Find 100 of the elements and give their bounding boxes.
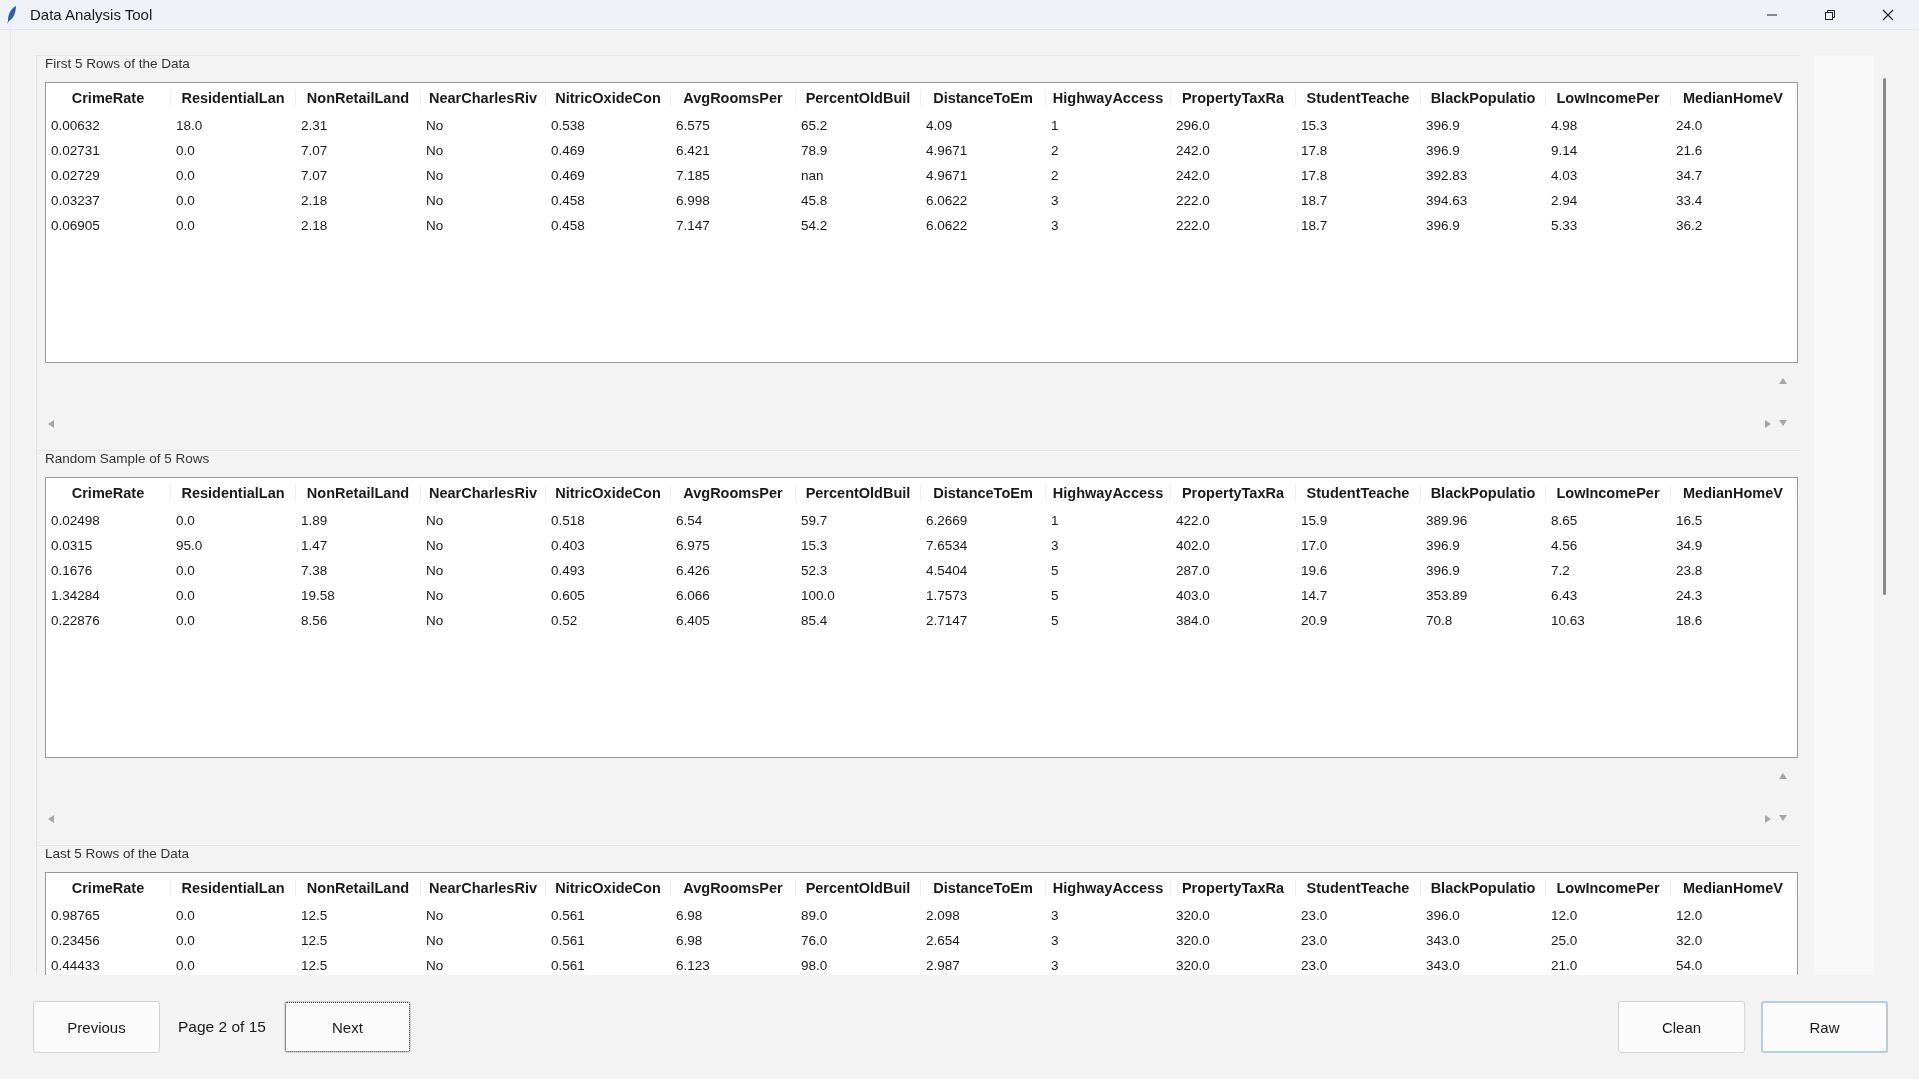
- table-cell-text: 396.0: [1425, 908, 1461, 923]
- column-header[interactable]: CrimeRate: [46, 485, 171, 501]
- column-header[interactable]: DistanceToEm: [921, 880, 1046, 896]
- table-cell-text: 396.9: [1425, 118, 1461, 133]
- column-header[interactable]: BlackPopulatio: [1421, 90, 1546, 106]
- table-cell-text: 7.185: [675, 168, 711, 183]
- table-cell-text: No: [425, 193, 445, 208]
- table-cell-text: 0.605: [550, 588, 586, 603]
- table-cell-text: 18.0: [175, 118, 204, 133]
- column-header[interactable]: NitricOxideCon: [546, 880, 671, 896]
- table-cell-text: 21.6: [1675, 143, 1704, 158]
- scroll-up-icon[interactable]: [1778, 772, 1788, 780]
- column-header[interactable]: NearCharlesRiv: [421, 485, 546, 501]
- action-button[interactable]: Clean: [1618, 1001, 1745, 1053]
- table-cell-text: 0.03237: [50, 193, 101, 208]
- table-cell-text: 384.0: [1175, 613, 1211, 628]
- scroll-right-icon[interactable]: [1764, 419, 1772, 429]
- column-header[interactable]: MedianHomeV: [1671, 485, 1796, 501]
- scroll-down-icon[interactable]: [1778, 419, 1788, 427]
- column-header[interactable]: PercentOldBuil: [796, 90, 921, 106]
- scroll-up-icon[interactable]: [1778, 377, 1788, 385]
- table-cell-text: 12.5: [300, 933, 329, 948]
- table-cell-text: 6.98: [675, 933, 704, 948]
- table-cell-text: No: [425, 933, 445, 948]
- column-header[interactable]: NearCharlesRiv: [421, 880, 546, 896]
- table-cell-text: 320.0: [1175, 908, 1211, 923]
- column-header[interactable]: PropertyTaxRa: [1171, 485, 1296, 501]
- column-header[interactable]: ResidentialLan: [171, 90, 296, 106]
- scroll-right-icon[interactable]: [1764, 814, 1772, 824]
- column-header[interactable]: NearCharlesRiv: [421, 90, 546, 106]
- table-cell-text: 0.403: [550, 538, 586, 553]
- table-cell-text: 2.18: [300, 218, 329, 233]
- table-cell-text: No: [425, 588, 445, 603]
- table-cell-text: 85.4: [800, 613, 829, 628]
- restore-icon[interactable]: [1824, 8, 1836, 21]
- table-cell-text: 7.2: [1550, 563, 1571, 578]
- column-header[interactable]: StudentTeache: [1296, 90, 1421, 106]
- column-header[interactable]: NitricOxideCon: [546, 90, 671, 106]
- table-cell-text: 18.7: [1300, 193, 1329, 208]
- column-header[interactable]: DistanceToEm: [921, 485, 1046, 501]
- table-cell-text: 403.0: [1175, 588, 1211, 603]
- table-cell-text: 16.5: [1675, 513, 1704, 528]
- table-cell-text: 32.0: [1675, 933, 1704, 948]
- column-header[interactable]: PropertyTaxRa: [1171, 880, 1296, 896]
- column-header[interactable]: LowIncomePer: [1546, 90, 1671, 106]
- action-button[interactable]: Raw: [1761, 1001, 1888, 1053]
- table-cell-text: 7.07: [300, 143, 329, 158]
- column-header[interactable]: AvgRoomsPer: [671, 880, 796, 896]
- scroll-down-icon[interactable]: [1778, 814, 1788, 822]
- table-cell-text: 6.066: [675, 588, 711, 603]
- table-cell-text: 65.2: [800, 118, 829, 133]
- column-header[interactable]: MedianHomeV: [1671, 880, 1796, 896]
- column-header[interactable]: HighwayAccess: [1046, 880, 1171, 896]
- column-header[interactable]: NonRetailLand: [296, 485, 421, 501]
- table-cell-text: 1.7573: [925, 588, 969, 603]
- column-header[interactable]: BlackPopulatio: [1421, 485, 1546, 501]
- previous-button[interactable]: Previous: [33, 1001, 160, 1053]
- column-header[interactable]: AvgRoomsPer: [671, 90, 796, 106]
- column-header[interactable]: PercentOldBuil: [796, 880, 921, 896]
- column-header[interactable]: BlackPopulatio: [1421, 880, 1546, 896]
- scroll-left-icon[interactable]: [47, 814, 55, 824]
- table-cell-text: 287.0: [1175, 563, 1211, 578]
- scroll-left-icon[interactable]: [47, 419, 55, 429]
- column-header[interactable]: MedianHomeV: [1671, 90, 1796, 106]
- table-cell-text: 6.43: [1550, 588, 1579, 603]
- table-cell-text: 24.3: [1675, 588, 1704, 603]
- table-cell-text: 3: [1050, 193, 1060, 208]
- column-header[interactable]: PropertyTaxRa: [1171, 90, 1296, 106]
- column-header[interactable]: StudentTeache: [1296, 485, 1421, 501]
- table-cell-text: 20.9: [1300, 613, 1329, 628]
- table-cell-text: 10.63: [1550, 613, 1586, 628]
- column-header[interactable]: ResidentialLan: [171, 485, 296, 501]
- table-cell-text: 2.654: [925, 933, 961, 948]
- table-cell-text: 396.9: [1425, 218, 1461, 233]
- table-cell-text: 6.123: [675, 958, 711, 973]
- scrollbar-thumb[interactable]: [1883, 78, 1886, 595]
- column-header[interactable]: NonRetailLand: [296, 90, 421, 106]
- column-header[interactable]: NitricOxideCon: [546, 485, 671, 501]
- column-header[interactable]: CrimeRate: [46, 880, 171, 896]
- column-header[interactable]: HighwayAccess: [1046, 485, 1171, 501]
- column-header[interactable]: HighwayAccess: [1046, 90, 1171, 106]
- column-header[interactable]: NonRetailLand: [296, 880, 421, 896]
- column-header[interactable]: AvgRoomsPer: [671, 485, 796, 501]
- close-icon[interactable]: [1882, 8, 1894, 21]
- column-header[interactable]: PercentOldBuil: [796, 485, 921, 501]
- column-header[interactable]: ResidentialLan: [171, 880, 296, 896]
- column-header[interactable]: DistanceToEm: [921, 90, 1046, 106]
- table-cell-text: 6.0622: [925, 193, 969, 208]
- column-header[interactable]: LowIncomePer: [1546, 880, 1671, 896]
- column-header[interactable]: LowIncomePer: [1546, 485, 1671, 501]
- next-button[interactable]: Next: [283, 1001, 411, 1053]
- table-cell-text: 6.405: [675, 613, 711, 628]
- table-cell-text: 59.7: [800, 513, 829, 528]
- table-cell-text: 9.14: [1550, 143, 1579, 158]
- table-cell-text: 0.02729: [50, 168, 101, 183]
- column-header[interactable]: CrimeRate: [46, 90, 171, 106]
- table-cell-text: 12.5: [300, 908, 329, 923]
- table-cell-text: 54.0: [1675, 958, 1704, 973]
- column-header[interactable]: StudentTeache: [1296, 880, 1421, 896]
- table-cell-text: 17.8: [1300, 143, 1329, 158]
